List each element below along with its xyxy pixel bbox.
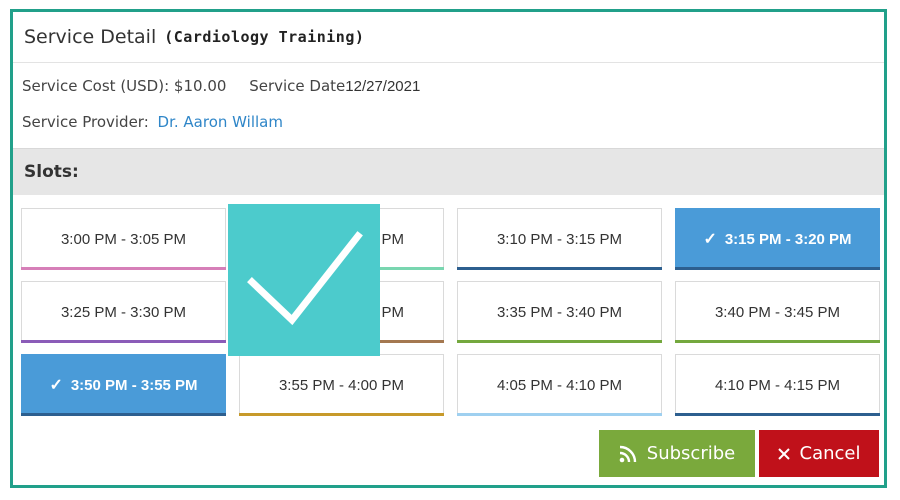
cancel-button[interactable]: Cancel: [759, 430, 879, 477]
checkmark-icon: [228, 204, 380, 356]
slot-button[interactable]: 4:10 PM - 4:15 PM: [675, 354, 880, 416]
slot-label: 3:35 PM - 3:40 PM: [496, 303, 623, 321]
close-icon: [777, 447, 790, 460]
service-cost-label: Service Cost (USD):: [22, 77, 170, 95]
slot-label: 3:10 PM - 3:15 PM: [496, 230, 623, 248]
rss-icon: [619, 445, 637, 463]
provider-row: Service Provider: Dr. Aaron Willam: [22, 113, 283, 131]
slot-color-bar: [457, 267, 662, 270]
slot-button[interactable]: 3:25 PM - 3:30 PM: [21, 281, 226, 343]
slot-color-bar: [457, 413, 662, 416]
dialog-title: Service Detail: [24, 26, 157, 48]
slot-label: 3:25 PM - 3:30 PM: [60, 303, 187, 321]
service-date-value: 12/27/2021: [345, 78, 421, 95]
slot-button[interactable]: 3:00 PM - 3:05 PM: [21, 208, 226, 270]
check-icon: ✓: [703, 231, 717, 248]
cost-date-row: Service Cost (USD): $10.00 Service Date1…: [22, 77, 420, 95]
slot-button[interactable]: ✓ 3:50 PM - 3:55 PM: [21, 354, 226, 416]
slot-color-bar: [675, 267, 880, 270]
service-detail-dialog: Service Detail (Cardiology Training) Ser…: [10, 9, 887, 488]
slot-color-bar: [457, 340, 662, 343]
slot-label: 3:15 PM - 3:20 PM: [724, 230, 852, 248]
slot-color-bar: [21, 340, 226, 343]
slot-button[interactable]: 3:55 PM - 4:00 PM: [239, 354, 444, 416]
slot-button[interactable]: 3:40 PM - 3:45 PM: [675, 281, 880, 343]
slot-button[interactable]: ✓ 3:15 PM - 3:20 PM: [675, 208, 880, 270]
slot-color-bar: [239, 413, 444, 416]
slot-color-bar: [21, 267, 226, 270]
slot-label: 3:50 PM - 3:55 PM: [70, 376, 198, 394]
dialog-subtitle: (Cardiology Training): [164, 28, 365, 46]
service-provider-link[interactable]: Dr. Aaron Willam: [158, 113, 283, 131]
subscribe-button[interactable]: Subscribe: [599, 430, 755, 477]
slot-color-bar: [675, 413, 880, 416]
slot-button[interactable]: 4:05 PM - 4:10 PM: [457, 354, 662, 416]
slot-button[interactable]: 3:10 PM - 3:15 PM: [457, 208, 662, 270]
dialog-header: Service Detail (Cardiology Training): [13, 12, 884, 63]
subscribe-label: Subscribe: [646, 443, 736, 464]
slot-label: 3:55 PM - 4:00 PM: [278, 376, 405, 394]
check-icon: ✓: [49, 377, 63, 394]
service-date-label: Service Date: [249, 77, 346, 95]
slot-button[interactable]: 3:35 PM - 3:40 PM: [457, 281, 662, 343]
slots-heading: Slots:: [13, 148, 884, 195]
slot-label: 4:10 PM - 4:15 PM: [714, 376, 841, 394]
slot-color-bar: [675, 340, 880, 343]
slot-color-bar: [21, 413, 226, 416]
service-cost-value: $10.00: [173, 77, 227, 95]
service-provider-label: Service Provider:: [22, 113, 149, 131]
slot-label: 3:00 PM - 3:05 PM: [60, 230, 187, 248]
cancel-label: Cancel: [799, 443, 861, 464]
slot-label: 3:40 PM - 3:45 PM: [714, 303, 841, 321]
slot-label: 4:05 PM - 4:10 PM: [496, 376, 623, 394]
